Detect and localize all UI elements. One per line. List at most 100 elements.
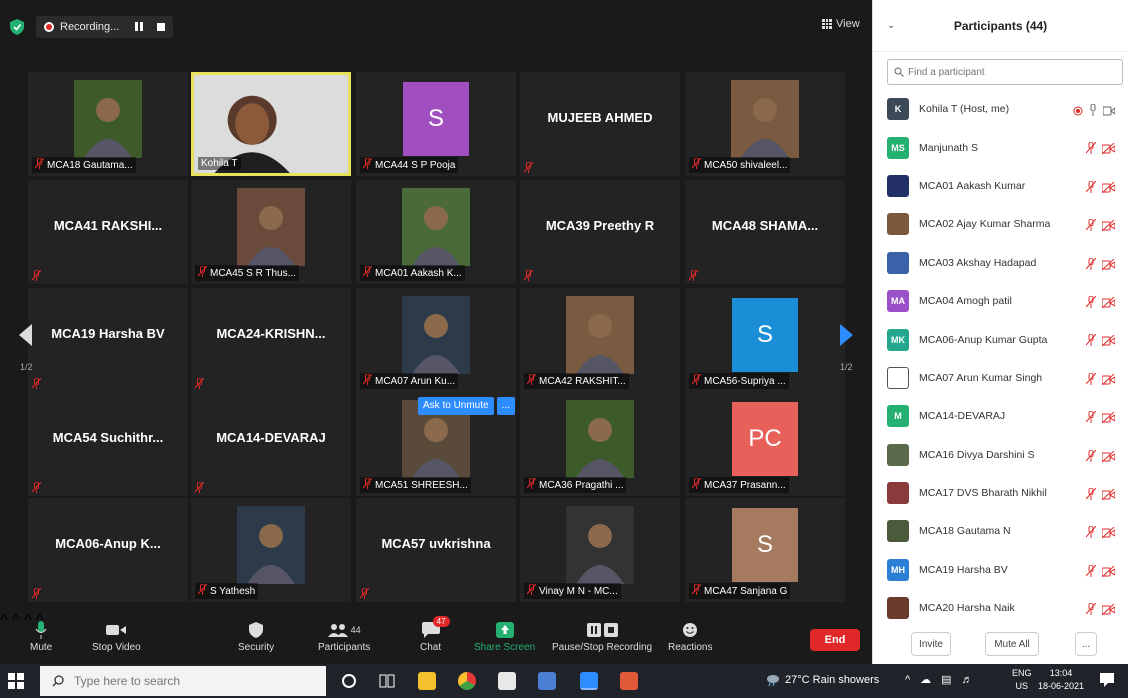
participant-row[interactable]: MCA18 Gautama N (873, 512, 1128, 550)
security-button[interactable]: Security (238, 618, 274, 653)
muted-mic-icon[interactable] (1085, 449, 1097, 467)
video-off-icon[interactable] (1101, 295, 1116, 313)
participant-tile[interactable]: MCA57 uvkrishna (356, 498, 516, 602)
taskbar-search[interactable] (40, 666, 326, 696)
mute-all-button[interactable]: Mute All (985, 632, 1039, 656)
participant-row[interactable]: K Kohila T (Host, me) (873, 90, 1128, 128)
next-page-button[interactable] (834, 300, 858, 370)
store-icon[interactable] (498, 672, 516, 690)
end-meeting-button[interactable]: End (810, 629, 860, 651)
notification-icon[interactable] (1100, 673, 1114, 687)
participant-row[interactable]: MCA17 DVS Bharath Nikhil (873, 474, 1128, 512)
participant-row[interactable]: M MCA14-DEVARAJ (873, 397, 1128, 435)
muted-mic-icon[interactable] (1085, 372, 1097, 390)
taskbar-search-input[interactable] (74, 674, 294, 688)
weather-widget[interactable]: 27°C Rain showers (766, 674, 879, 686)
invite-button[interactable]: Invite (911, 632, 951, 656)
chat-button[interactable]: 47 Chat (420, 616, 450, 653)
participant-row[interactable]: MH MCA19 Harsha BV (873, 551, 1128, 589)
participant-tile[interactable]: PC MCA37 Prasann... (685, 392, 845, 496)
tile-more-button[interactable]: ... (496, 397, 515, 415)
stop-recording-icon[interactable] (157, 23, 166, 31)
zoom-app-icon[interactable] (580, 672, 598, 690)
participant-tile[interactable]: S Yathesh (191, 498, 351, 602)
audio-options-caret-icon[interactable]: ^ (0, 612, 8, 629)
muted-mic-icon[interactable] (1085, 141, 1097, 159)
volume-icon[interactable]: ♬ (962, 674, 973, 686)
view-button[interactable]: View (822, 18, 860, 30)
video-camera-icon[interactable] (1102, 103, 1116, 121)
muted-mic-icon[interactable] (1085, 564, 1097, 582)
video-off-icon[interactable] (1101, 141, 1116, 159)
cortana-icon[interactable] (340, 672, 358, 690)
video-off-icon[interactable] (1101, 602, 1116, 620)
participant-tile[interactable]: MCA54 Suchithr... (28, 392, 188, 496)
muted-mic-icon[interactable] (1085, 295, 1097, 313)
participant-tile[interactable]: MCA42 RAKSHIT... (520, 288, 680, 392)
language-indicator[interactable]: ENG US (1012, 667, 1032, 693)
pause-recording-icon[interactable] (135, 22, 145, 32)
participant-tile[interactable]: S MCA47 Sanjana G (685, 498, 845, 602)
muted-mic-icon[interactable] (1085, 525, 1097, 543)
participant-tile[interactable]: MCA41 RAKSHI... (28, 180, 188, 284)
participant-tile[interactable]: MCA24-KRISHN... (191, 288, 351, 392)
video-options-caret-icon[interactable]: ^ (12, 612, 20, 629)
participant-tile[interactable]: S MCA44 S P Pooja (356, 72, 516, 176)
network-icon[interactable]: ▤ (941, 673, 951, 686)
participant-tile[interactable]: MCA01 Aakash K... (356, 180, 516, 284)
participant-tile[interactable]: MCA39 Preethy R (520, 180, 680, 284)
participant-tile[interactable]: Kohila T (191, 72, 351, 176)
share-screen-button[interactable]: Share Screen (474, 618, 535, 653)
muted-mic-icon[interactable] (1085, 410, 1097, 428)
participant-row[interactable]: MCA20 Harsha Naik (873, 589, 1128, 627)
onedrive-icon[interactable]: ☁ (920, 673, 931, 686)
file-explorer-icon[interactable] (418, 672, 436, 690)
participant-row[interactable]: MCA07 Arun Kumar Singh (873, 359, 1128, 397)
video-off-icon[interactable] (1101, 257, 1116, 275)
previous-page-button[interactable] (14, 300, 38, 370)
windows-start-icon[interactable] (8, 673, 24, 689)
participant-row[interactable]: MK MCA06-Anup Kumar Gupta (873, 320, 1128, 358)
participant-tile[interactable]: MCA48 SHAMA... (685, 180, 845, 284)
video-off-icon[interactable] (1101, 449, 1116, 467)
participant-tile[interactable]: MCA19 Harsha BV (28, 288, 188, 392)
participant-tile[interactable]: MCA18 Gautama... (28, 72, 188, 176)
participant-tile[interactable]: MCA45 S R Thus... (191, 180, 351, 284)
chevron-up-icon[interactable]: ^ (905, 674, 910, 686)
video-off-icon[interactable] (1101, 410, 1116, 428)
muted-mic-icon[interactable] (1085, 218, 1097, 236)
reactions-button[interactable]: Reactions (668, 618, 712, 653)
participant-row[interactable]: MS Manjunath S (873, 128, 1128, 166)
participant-tile[interactable]: MCA36 Pragathi ... (520, 392, 680, 496)
video-off-icon[interactable] (1101, 487, 1116, 505)
muted-mic-icon[interactable] (1085, 602, 1097, 620)
ask-to-unmute-button[interactable]: Ask to Unmute (418, 397, 494, 415)
participant-tile[interactable]: MCA50 shivaleel... (685, 72, 845, 176)
participant-row[interactable]: MCA16 Divya Darshini S (873, 436, 1128, 474)
participants-button[interactable]: 44 Participants (318, 618, 370, 653)
shield-icon[interactable] (10, 19, 24, 35)
video-off-icon[interactable] (1101, 564, 1116, 582)
taskbar-clock[interactable]: 13:04 18-06-2021 (1038, 667, 1084, 693)
pause-stop-recording-button[interactable]: Pause/Stop Recording (552, 618, 652, 653)
video-off-icon[interactable] (1101, 372, 1116, 390)
chevron-down-icon[interactable]: ⌄ (887, 20, 895, 31)
participant-tile[interactable]: MUJEEB AHMED (520, 72, 680, 176)
photos-icon[interactable] (538, 672, 556, 690)
participant-row[interactable]: MCA02 Ajay Kumar Sharma (873, 205, 1128, 243)
participant-tile[interactable]: S MCA56-Supriya ... (685, 288, 845, 392)
participant-tile[interactable]: MCA07 Arun Ku... (356, 288, 516, 392)
participant-row[interactable]: MCA03 Akshay Hadapad (873, 244, 1128, 282)
chrome-icon[interactable] (458, 672, 476, 690)
participant-tile[interactable]: MCA06-Anup K... (28, 498, 188, 602)
video-off-icon[interactable] (1101, 180, 1116, 198)
microphone-icon[interactable] (1089, 103, 1097, 121)
powerpoint-icon[interactable] (620, 672, 638, 690)
video-off-icon[interactable] (1101, 333, 1116, 351)
participant-row[interactable]: MA MCA04 Amogh patil (873, 282, 1128, 320)
panel-more-button[interactable]: ... (1075, 632, 1097, 656)
muted-mic-icon[interactable] (1085, 180, 1097, 198)
video-off-icon[interactable] (1101, 218, 1116, 236)
stop-video-button[interactable]: Stop Video (92, 618, 141, 653)
participant-tile[interactable]: MCA14-DEVARAJ (191, 392, 351, 496)
